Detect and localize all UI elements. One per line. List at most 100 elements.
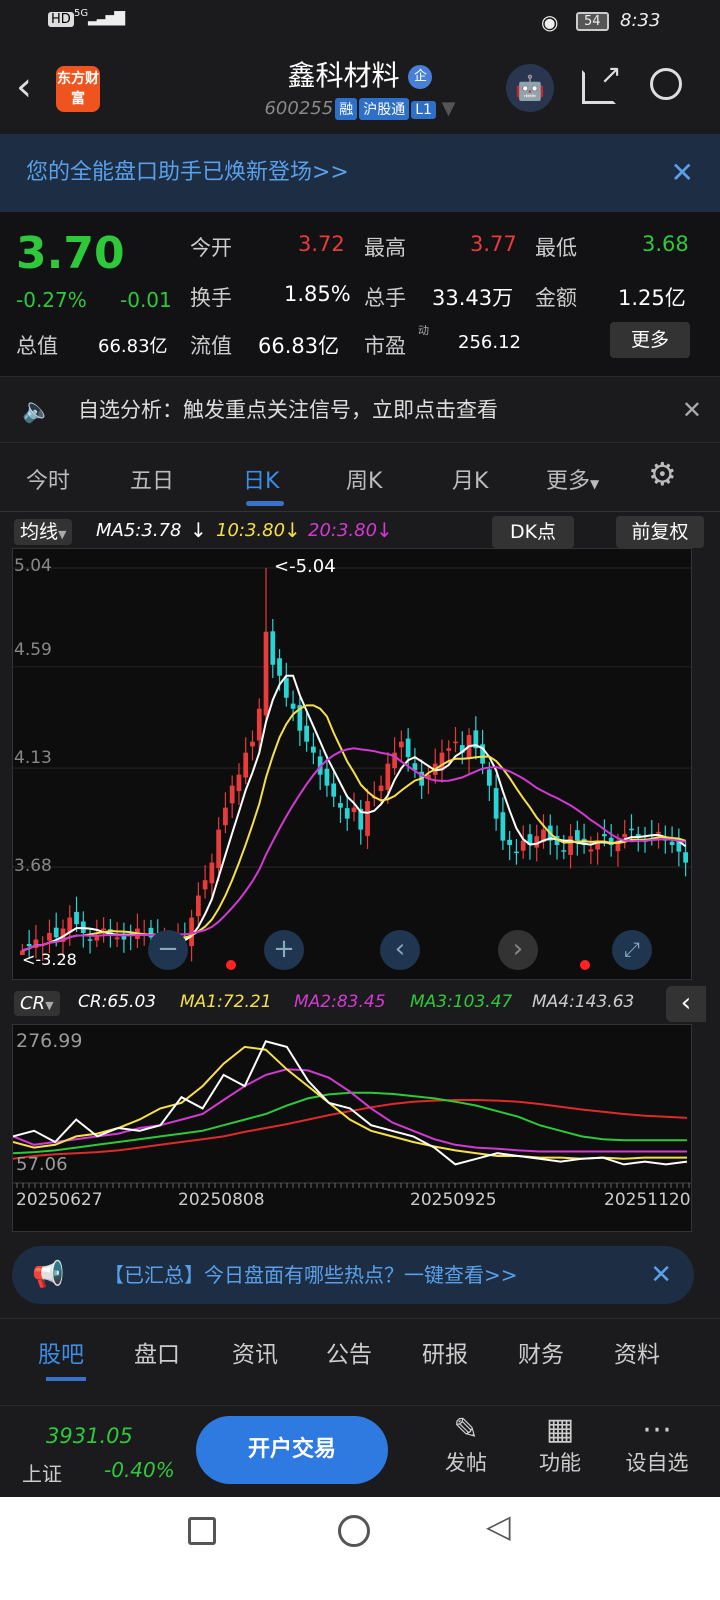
candle-body <box>229 785 235 804</box>
enterprise-badge: 企 <box>408 65 433 89</box>
mcap-value: 66.83亿 <box>98 336 168 357</box>
tab-intraday[interactable]: 今时 <box>26 463 70 495</box>
stock-code: 600255 <box>264 98 334 119</box>
candle-body <box>405 738 411 758</box>
ma5-value: MA5:3.78 <box>96 520 182 541</box>
share-arrow-icon: ↗ <box>600 60 622 90</box>
more-button[interactable]: 更多 <box>610 322 690 358</box>
volume-label: 总手 <box>364 286 406 310</box>
candle-body <box>446 748 452 751</box>
tab-research[interactable]: 研报 <box>422 1335 468 1369</box>
arrow-down-icon: ↓ <box>284 518 301 542</box>
cr-ma4-value: MA4:143.63 <box>532 992 635 1012</box>
functions-button[interactable]: ▦ 功能 <box>530 1412 590 1477</box>
candle-body <box>311 746 316 753</box>
add-watchlist-label: 设自选 <box>625 1451 689 1475</box>
float-value: 66.83亿 <box>258 334 340 358</box>
tab-orderbook[interactable]: 盘口 <box>134 1335 180 1369</box>
mcap-label: 总值 <box>16 334 58 358</box>
candle-body <box>324 768 330 786</box>
cr-chart[interactable] <box>12 1024 692 1232</box>
candle-body <box>223 807 228 826</box>
recents-button[interactable] <box>188 1517 216 1545</box>
candle-body <box>101 928 106 931</box>
candle-body <box>283 677 289 698</box>
promo-banner[interactable]: 您的全能盘口助手已焕新登场>> ✕ <box>0 134 720 212</box>
tab-news[interactable]: 资讯 <box>232 1335 278 1369</box>
post-label: 发帖 <box>445 1451 487 1475</box>
candlestick-chart[interactable] <box>12 548 692 980</box>
candle-body <box>378 785 384 792</box>
settings-icon[interactable]: ⚙ <box>648 455 677 493</box>
banner-text: 您的全能盘口助手已焕新登场>> <box>26 160 349 185</box>
tag-connect: 沪股通 <box>359 98 410 120</box>
tag-margin: 融 <box>335 98 358 120</box>
functions-label: 功能 <box>539 1451 581 1475</box>
cr-select-label: CR <box>20 993 46 1014</box>
active-tab-indicator <box>46 1377 86 1381</box>
arrow-down-icon: ↓ <box>190 518 207 542</box>
close-icon[interactable]: ✕ <box>671 134 694 212</box>
ma-select[interactable]: 均线▼ <box>14 516 88 548</box>
candle-body <box>270 631 276 665</box>
close-icon[interactable]: ✕ <box>682 377 702 443</box>
cr-select[interactable]: CR▼ <box>14 988 60 1020</box>
candle-body <box>209 862 215 884</box>
candle-body <box>202 880 208 890</box>
adjust-button[interactable]: 前复权 <box>616 516 704 548</box>
pct-change: -0.27% <box>16 288 87 312</box>
period-tabs: 今时 五日 日K 周K 月K 更多▼ ⚙ <box>0 442 720 512</box>
home-button[interactable] <box>338 1515 370 1547</box>
close-icon[interactable]: ✕ <box>650 1246 672 1304</box>
price-change: -0.01 <box>120 288 172 312</box>
tab-weekly-k[interactable]: 周K <box>346 463 382 495</box>
ma10-line <box>22 704 686 952</box>
candle-body <box>114 937 120 940</box>
collapse-panel-button[interactable]: ‹ <box>666 986 706 1022</box>
tab-announcements[interactable]: 公告 <box>326 1335 372 1369</box>
candle-body <box>216 829 222 869</box>
candle-body <box>656 831 661 834</box>
tab-5day[interactable]: 五日 <box>130 463 174 495</box>
dk-point-button[interactable]: DK点 <box>492 516 574 548</box>
candle-body <box>453 741 458 744</box>
candle-body <box>669 841 675 846</box>
analysis-notice[interactable]: 🔈 自选分析：触发重点关注信号，立即点击查看 ✕ <box>0 376 720 442</box>
scroll-left-button[interactable]: ‹ <box>380 930 420 970</box>
cr-cr-line <box>13 1040 688 1166</box>
candle-body <box>500 812 506 841</box>
fullscreen-button[interactable]: ⤢ <box>612 930 652 970</box>
zoom-in-button[interactable]: + <box>264 930 304 970</box>
tag-level: L1 <box>411 101 436 119</box>
assistant-robot-icon[interactable]: 🤖 <box>506 64 554 112</box>
scroll-right-button[interactable]: › <box>498 930 538 970</box>
candle-body <box>195 895 201 917</box>
post-button[interactable]: ✎ 发帖 <box>436 1412 496 1477</box>
amount-value: 1.25亿 <box>618 286 686 310</box>
open-value: 3.72 <box>298 232 345 256</box>
candle-body <box>629 828 634 831</box>
open-account-trade-button[interactable]: 开户交易 <box>196 1416 388 1484</box>
search-icon[interactable] <box>650 68 682 100</box>
tab-more[interactable]: 更多▼ <box>546 463 599 495</box>
cr-value: CR:65.03 <box>78 992 157 1012</box>
tab-financials[interactable]: 财务 <box>518 1335 564 1369</box>
clock: 8:33 <box>620 10 661 31</box>
float-label: 流值 <box>190 334 232 358</box>
ma20-line <box>22 747 686 952</box>
zoom-out-button[interactable]: − <box>148 930 188 970</box>
back-button[interactable]: ◁ <box>486 1507 511 1545</box>
candle-body <box>74 911 79 925</box>
tab-forum[interactable]: 股吧 <box>38 1335 84 1369</box>
hotspot-banner[interactable]: 📢 【已汇总】今日盘面有哪些热点？一键查看>> ✕ <box>12 1246 694 1304</box>
index-value[interactable]: 3931.05 <box>46 1424 133 1448</box>
tab-daily-k[interactable]: 日K <box>243 463 279 495</box>
notice-text: 自选分析：触发重点关注信号，立即点击查看 <box>78 398 498 422</box>
candle-body <box>189 917 194 947</box>
cr-ma3-line <box>13 1091 687 1155</box>
ma-select-label: 均线 <box>20 521 59 543</box>
candle-body <box>351 807 357 813</box>
tab-monthly-k[interactable]: 月K <box>452 463 488 495</box>
tab-profile[interactable]: 资料 <box>614 1335 660 1369</box>
add-watchlist-button[interactable]: ⋯ 设自选 <box>612 1412 702 1477</box>
